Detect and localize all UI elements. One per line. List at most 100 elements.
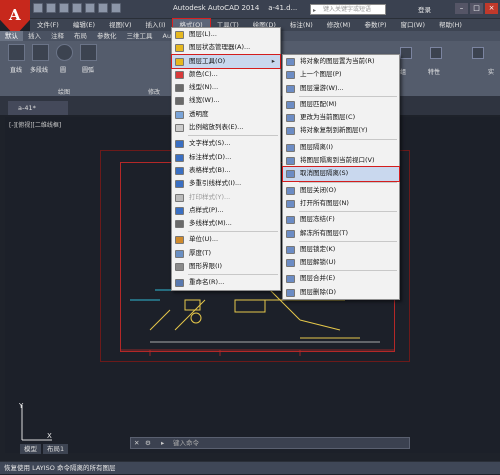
format_menu-item-18[interactable]: 重命名(R)... xyxy=(172,276,280,289)
layer-off-icon xyxy=(286,186,295,195)
format_menu-item-10[interactable]: 表格样式(B)... xyxy=(172,164,280,177)
format_menu-item-17[interactable]: 图形界限(I) xyxy=(172,260,280,273)
layer_tools_menu-item-7[interactable]: 将图层隔离到当前视口(V) xyxy=(283,154,399,167)
layer_tools_menu-item-2[interactable]: 图层漫游(W)... xyxy=(283,82,399,95)
format_menu-item-1[interactable]: 图层状态管理器(A)... xyxy=(172,41,280,54)
layer_tools_menu-item-16[interactable]: 图层删除(D) xyxy=(283,286,399,299)
scale-list-icon xyxy=(175,124,184,133)
format_menu-label-2: 图层工具(O) xyxy=(189,56,226,65)
format_menu-label-17: 图形界限(I) xyxy=(189,262,222,271)
menu-separator xyxy=(299,138,397,140)
layer_tools_menu-item-10[interactable]: 打开所有图层(N) xyxy=(283,197,399,210)
command-close-icon[interactable]: ✕ xyxy=(134,438,139,449)
layer_tools_menu-label-0: 将对象的图层置为当前(R) xyxy=(300,57,375,65)
thickness-icon xyxy=(175,249,184,258)
format_menu-item-13[interactable]: 点样式(P)... xyxy=(172,204,280,217)
ucs-icon: Y X xyxy=(14,400,54,445)
format_menu-item-2[interactable]: 图层工具(O) ▸ xyxy=(171,53,281,69)
menu-separator xyxy=(188,231,278,233)
format_menu-label-0: 图层(L)... xyxy=(189,30,217,38)
format_menu-label-4: 线型(N)... xyxy=(189,83,219,92)
format_menu-item-11[interactable]: 多重引线样式(I)... xyxy=(172,177,280,190)
layer_tools_menu-item-6[interactable]: 图层隔离(I) xyxy=(283,141,399,154)
layer-match-icon xyxy=(286,100,295,109)
format_menu-label-10: 表格样式(B)... xyxy=(189,165,231,174)
layer_tools_menu-item-11[interactable]: 图层冻结(F) xyxy=(283,213,399,226)
layer_tools_menu-label-14: 图层解锁(U) xyxy=(300,258,336,267)
layer_tools_menu-item-3[interactable]: 图层匹配(M) xyxy=(283,98,399,111)
menu-separator xyxy=(299,240,397,242)
format_menu-item-6[interactable]: 透明度 xyxy=(172,108,280,121)
layout-tabs: 模型 布局1 xyxy=(0,444,110,454)
format_menu-label-14: 多线样式(M)... xyxy=(189,219,232,228)
layer-icon xyxy=(175,31,184,39)
layer-thaw-icon xyxy=(286,229,295,238)
format_menu-item-9[interactable]: 标注样式(D)... xyxy=(172,151,280,164)
layer_tools_menu-item-4[interactable]: 更改为当前图层(C) xyxy=(283,111,399,124)
layer_tools_menu-label-11: 图层冻结(F) xyxy=(300,215,335,224)
layer-merge-icon xyxy=(286,275,295,284)
layer_tools_menu-label-2: 图层漫游(W)... xyxy=(300,83,344,92)
layer_tools_menu-label-1: 上一个图层(P) xyxy=(300,70,342,79)
format_menu-item-16[interactable]: 厚度(T) xyxy=(172,247,280,260)
format_menu-label-5: 线宽(W)... xyxy=(189,96,220,105)
format_menu-item-15[interactable]: 单位(U)... xyxy=(172,233,280,246)
format_menu-item-14[interactable]: 多线样式(M)... xyxy=(172,217,280,230)
format_menu-item-5[interactable]: 线宽(W)... xyxy=(172,94,280,107)
menu-separator xyxy=(188,274,278,276)
linetype-icon xyxy=(175,84,184,93)
layer_tools_menu-label-6: 图层隔离(I) xyxy=(300,142,333,151)
layer_tools_menu-label-10: 打开所有图层(N) xyxy=(300,198,349,207)
previous-layer-icon xyxy=(286,71,295,80)
layer-unlock-icon xyxy=(286,259,295,268)
point-style-icon xyxy=(175,206,184,215)
format_menu-item-12[interactable]: 打印样式(Y)... xyxy=(172,191,280,204)
command-placeholder: 键入命令 xyxy=(173,439,199,447)
layer-freeze-icon xyxy=(286,216,295,225)
limits-icon xyxy=(175,263,184,272)
color-icon xyxy=(175,70,184,79)
layer_tools_menu-item-1[interactable]: 上一个图层(P) xyxy=(283,68,399,81)
layout-tab-model[interactable]: 模型 xyxy=(20,444,41,454)
layer_tools_menu-item-9[interactable]: 图层关闭(O) xyxy=(283,184,399,197)
layout-tab-layout1[interactable]: 布局1 xyxy=(43,444,69,454)
format_menu-item-0[interactable]: 图层(L)... xyxy=(172,28,280,41)
layer-isolate-icon xyxy=(286,143,295,152)
make-current-icon xyxy=(286,58,295,66)
format_menu-label-1: 图层状态管理器(A)... xyxy=(189,43,251,52)
format_menu-label-16: 厚度(T) xyxy=(189,248,212,257)
layer-lock-icon xyxy=(286,245,295,254)
layer_tools_menu-item-8[interactable]: 取消图层隔离(S) xyxy=(282,166,400,182)
format_menu-label-3: 颜色(C)... xyxy=(189,69,218,78)
command-line[interactable]: ✕ ⚙ ▸ 键入命令 xyxy=(130,437,410,449)
status-text: 恢复使用 LAYISO 命令隔离的所有图层 xyxy=(4,464,116,472)
format_menu-label-15: 单位(U)... xyxy=(189,235,219,244)
format_menu-label-11: 多重引线样式(I)... xyxy=(189,179,242,188)
ucs-x-label: X xyxy=(47,432,52,440)
isolate-viewport-icon xyxy=(286,157,295,166)
layer_tools_menu-item-15[interactable]: 图层合并(E) xyxy=(283,272,399,285)
format_menu-item-4[interactable]: 线型(N)... xyxy=(172,81,280,94)
command-settings-icon[interactable]: ⚙ xyxy=(145,438,151,449)
format_menu-item-3[interactable]: 颜色(C)... xyxy=(172,68,280,81)
format_menu-item-7[interactable]: 比例缩放列表(E)... xyxy=(172,121,280,134)
mleader-style-icon xyxy=(175,180,184,189)
layer-tools-icon xyxy=(175,57,184,66)
ucs-y-label: Y xyxy=(19,402,24,410)
status-bar: 恢复使用 LAYISO 命令隔离的所有图层 xyxy=(0,461,500,474)
layer_tools_menu-item-14[interactable]: 图层解锁(U) xyxy=(283,256,399,269)
layer-tools-submenu: 将对象的图层置为当前(R) 上一个图层(P) 图层漫游(W)... 图层匹配(M) 更改… xyxy=(282,54,400,301)
format_menu-label-7: 比例缩放列表(E)... xyxy=(189,123,244,132)
layer_tools_menu-label-12: 解冻所有图层(T) xyxy=(300,228,349,237)
units-icon xyxy=(175,236,184,245)
layer_tools_menu-item-13[interactable]: 图层锁定(K) xyxy=(283,243,399,256)
layer_tools_menu-item-0[interactable]: 将对象的图层置为当前(R) xyxy=(283,55,399,68)
lineweight-icon xyxy=(175,97,184,106)
layer_tools_menu-label-4: 更改为当前图层(C) xyxy=(300,113,356,122)
format_menu-label-9: 标注样式(D)... xyxy=(189,152,232,161)
layer_tools_menu-item-12[interactable]: 解冻所有图层(T) xyxy=(283,227,399,240)
layer_tools_menu-item-5[interactable]: 将对象复制到新图层(Y) xyxy=(283,124,399,137)
format_menu-item-8[interactable]: 文字样式(S)... xyxy=(172,137,280,150)
layer_tools_menu-label-9: 图层关闭(O) xyxy=(300,185,337,194)
menu-separator xyxy=(188,135,278,137)
